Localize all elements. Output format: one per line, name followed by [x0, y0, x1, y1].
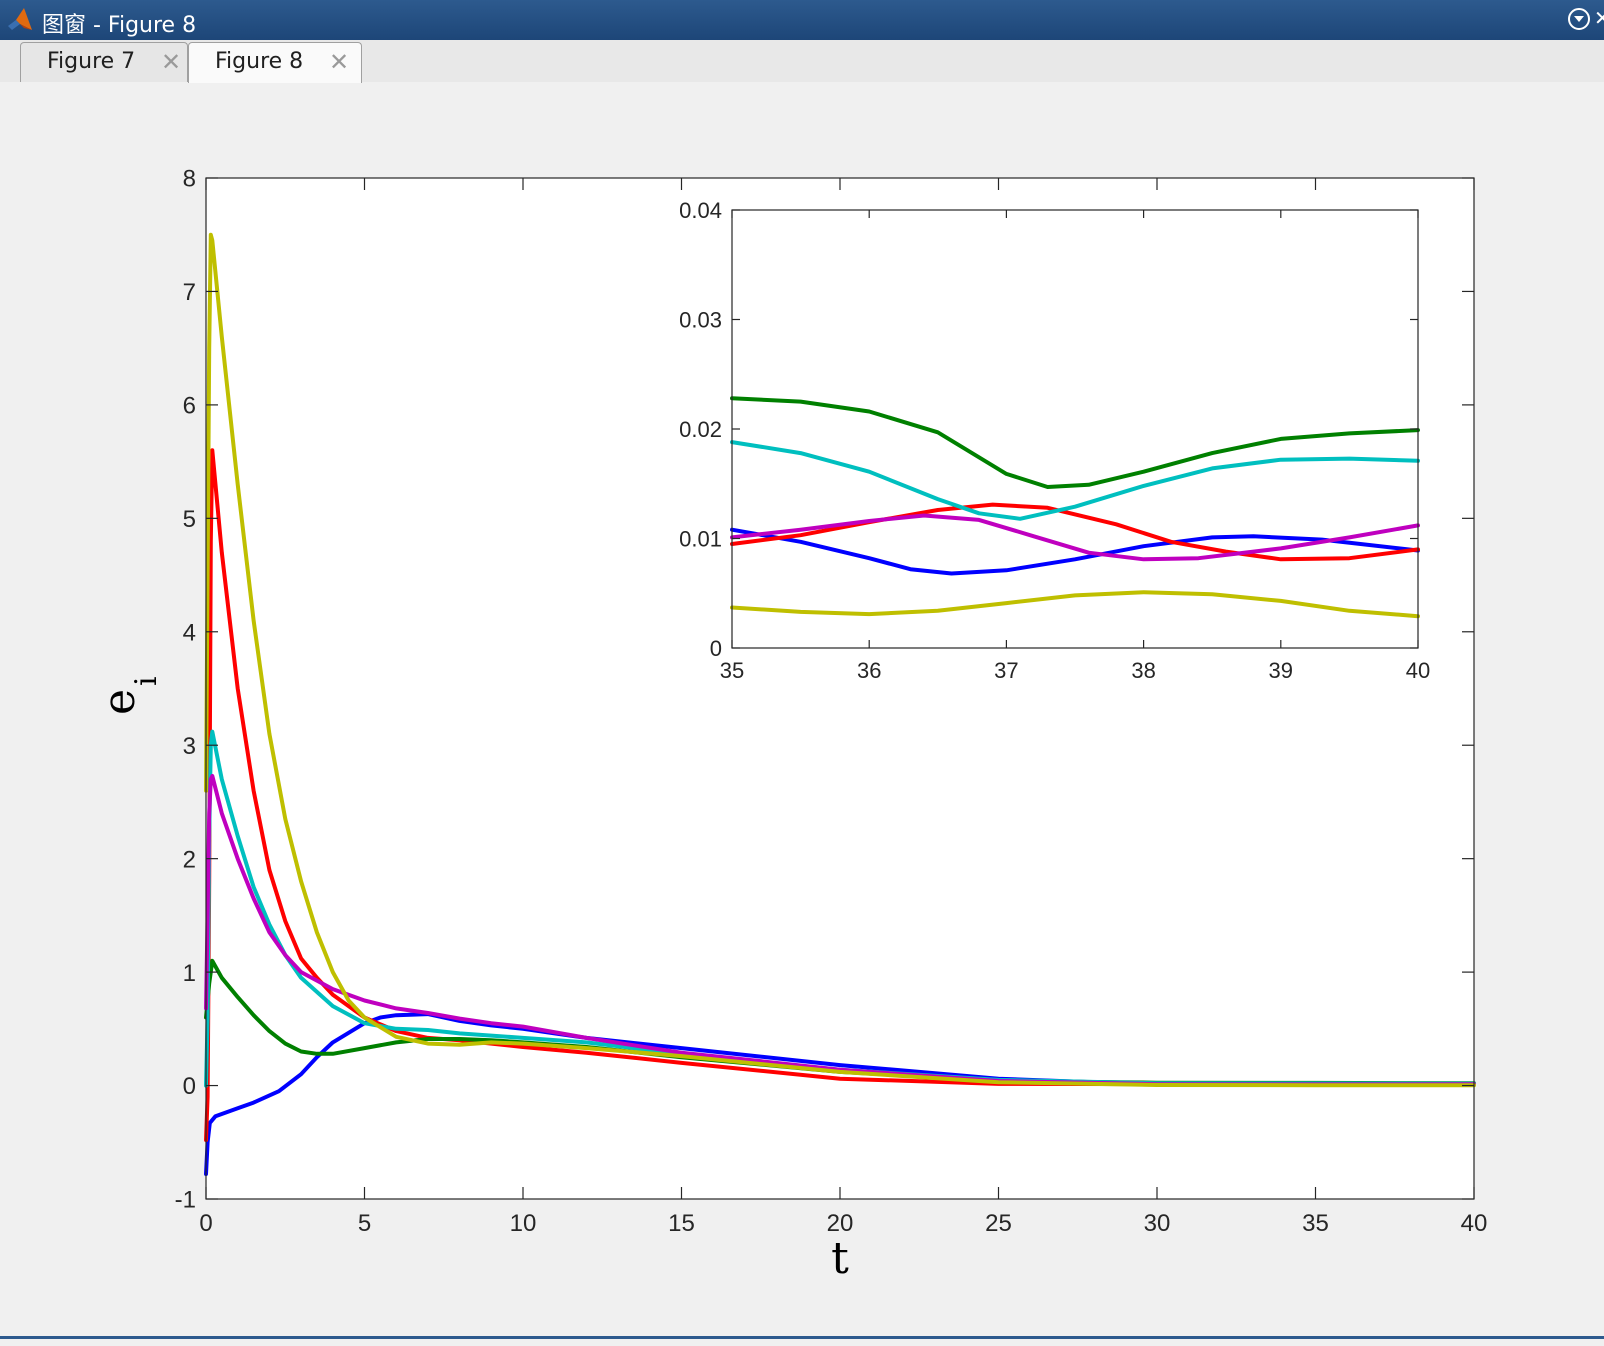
main-x-tick-label: 15 [668, 1210, 695, 1237]
main-y-tick-label: 3 [183, 733, 196, 760]
y-axis-label-main: e [94, 689, 145, 715]
x-axis-label: t [831, 1233, 849, 1284]
status-line [0, 1336, 1604, 1339]
inset-x-tick-label: 37 [994, 658, 1018, 683]
main-y-tick-label: 1 [183, 960, 196, 987]
y-axis-label: ei [94, 676, 164, 715]
main-y-tick-label: 5 [183, 506, 196, 533]
main-y-tick-label: 0 [183, 1073, 196, 1100]
inset-x-tick-label: 38 [1131, 658, 1155, 683]
main-x-tick-label: 5 [358, 1210, 371, 1237]
main-x-tick-label: 40 [1461, 1210, 1488, 1237]
main-y-tick-label: 7 [183, 279, 196, 306]
figure-canvas: 0 5 10 15 20 25 30 35 40 -1 0 1 2 3 4 5 6 7 8 t e i 35 36 37 38 39… [0, 82, 1604, 1336]
inset-y-tick-label: 0.01 [679, 526, 722, 551]
main-y-tick-label: 8 [183, 166, 196, 193]
chart-svg: 0 5 10 15 20 25 30 35 40-1012345678tei 35 36 37 38 39… [94, 166, 1488, 1284]
inset-x-tick-label: 40 [1406, 658, 1430, 683]
inset-x-tick-label: 35 [720, 658, 744, 683]
tab-label: Figure 8 [215, 49, 304, 74]
inset-y-tick-label: 0.04 [679, 198, 722, 223]
inset-plot-area [732, 210, 1418, 648]
close-icon[interactable]: ✕ [161, 49, 181, 75]
inset-y-tick-label: 0 [710, 636, 722, 661]
inset-y-tick-label: 0.02 [679, 417, 722, 442]
inset-axes: 35 36 37 38 39 40 0 0.01 0.02 0.03 0.04 [679, 198, 1430, 683]
close-icon[interactable]: ✕ [1594, 6, 1604, 30]
matlab-logo-icon [8, 8, 32, 30]
inset-y-tick-label: 0.03 [679, 307, 722, 332]
main-y-tick-label: 2 [183, 846, 196, 873]
inset-x-tick-label: 36 [857, 658, 881, 683]
window-titlebar: 图窗 - Figure 8 ✕ [0, 0, 1604, 40]
tab-figure-7[interactable]: Figure 7 ✕ [20, 42, 188, 82]
y-axis-label-subscript: i [129, 676, 164, 686]
main-x-tick-label: 35 [1302, 1210, 1329, 1237]
main-x-tick-label: 0 [199, 1210, 212, 1237]
window-title: 图窗 - Figure 8 [42, 13, 197, 38]
main-y-tick-label: 6 [183, 393, 196, 420]
main-x-tick-label: 10 [510, 1210, 537, 1237]
close-icon[interactable]: ✕ [329, 49, 349, 75]
tab-figure-8[interactable]: Figure 8 ✕ [188, 42, 362, 83]
main-x-tick-label: 30 [1144, 1210, 1171, 1237]
chevron-down-circle-icon[interactable] [1568, 8, 1590, 30]
tab-label: Figure 7 [47, 49, 136, 74]
main-y-tick-label: 4 [183, 619, 196, 646]
figure-tabstrip: Figure 7 ✕ Figure 8 ✕ [0, 40, 1604, 83]
main-x-tick-label: 25 [985, 1210, 1012, 1237]
inset-x-tick-label: 39 [1269, 658, 1293, 683]
main-y-tick-label: -1 [175, 1187, 196, 1214]
